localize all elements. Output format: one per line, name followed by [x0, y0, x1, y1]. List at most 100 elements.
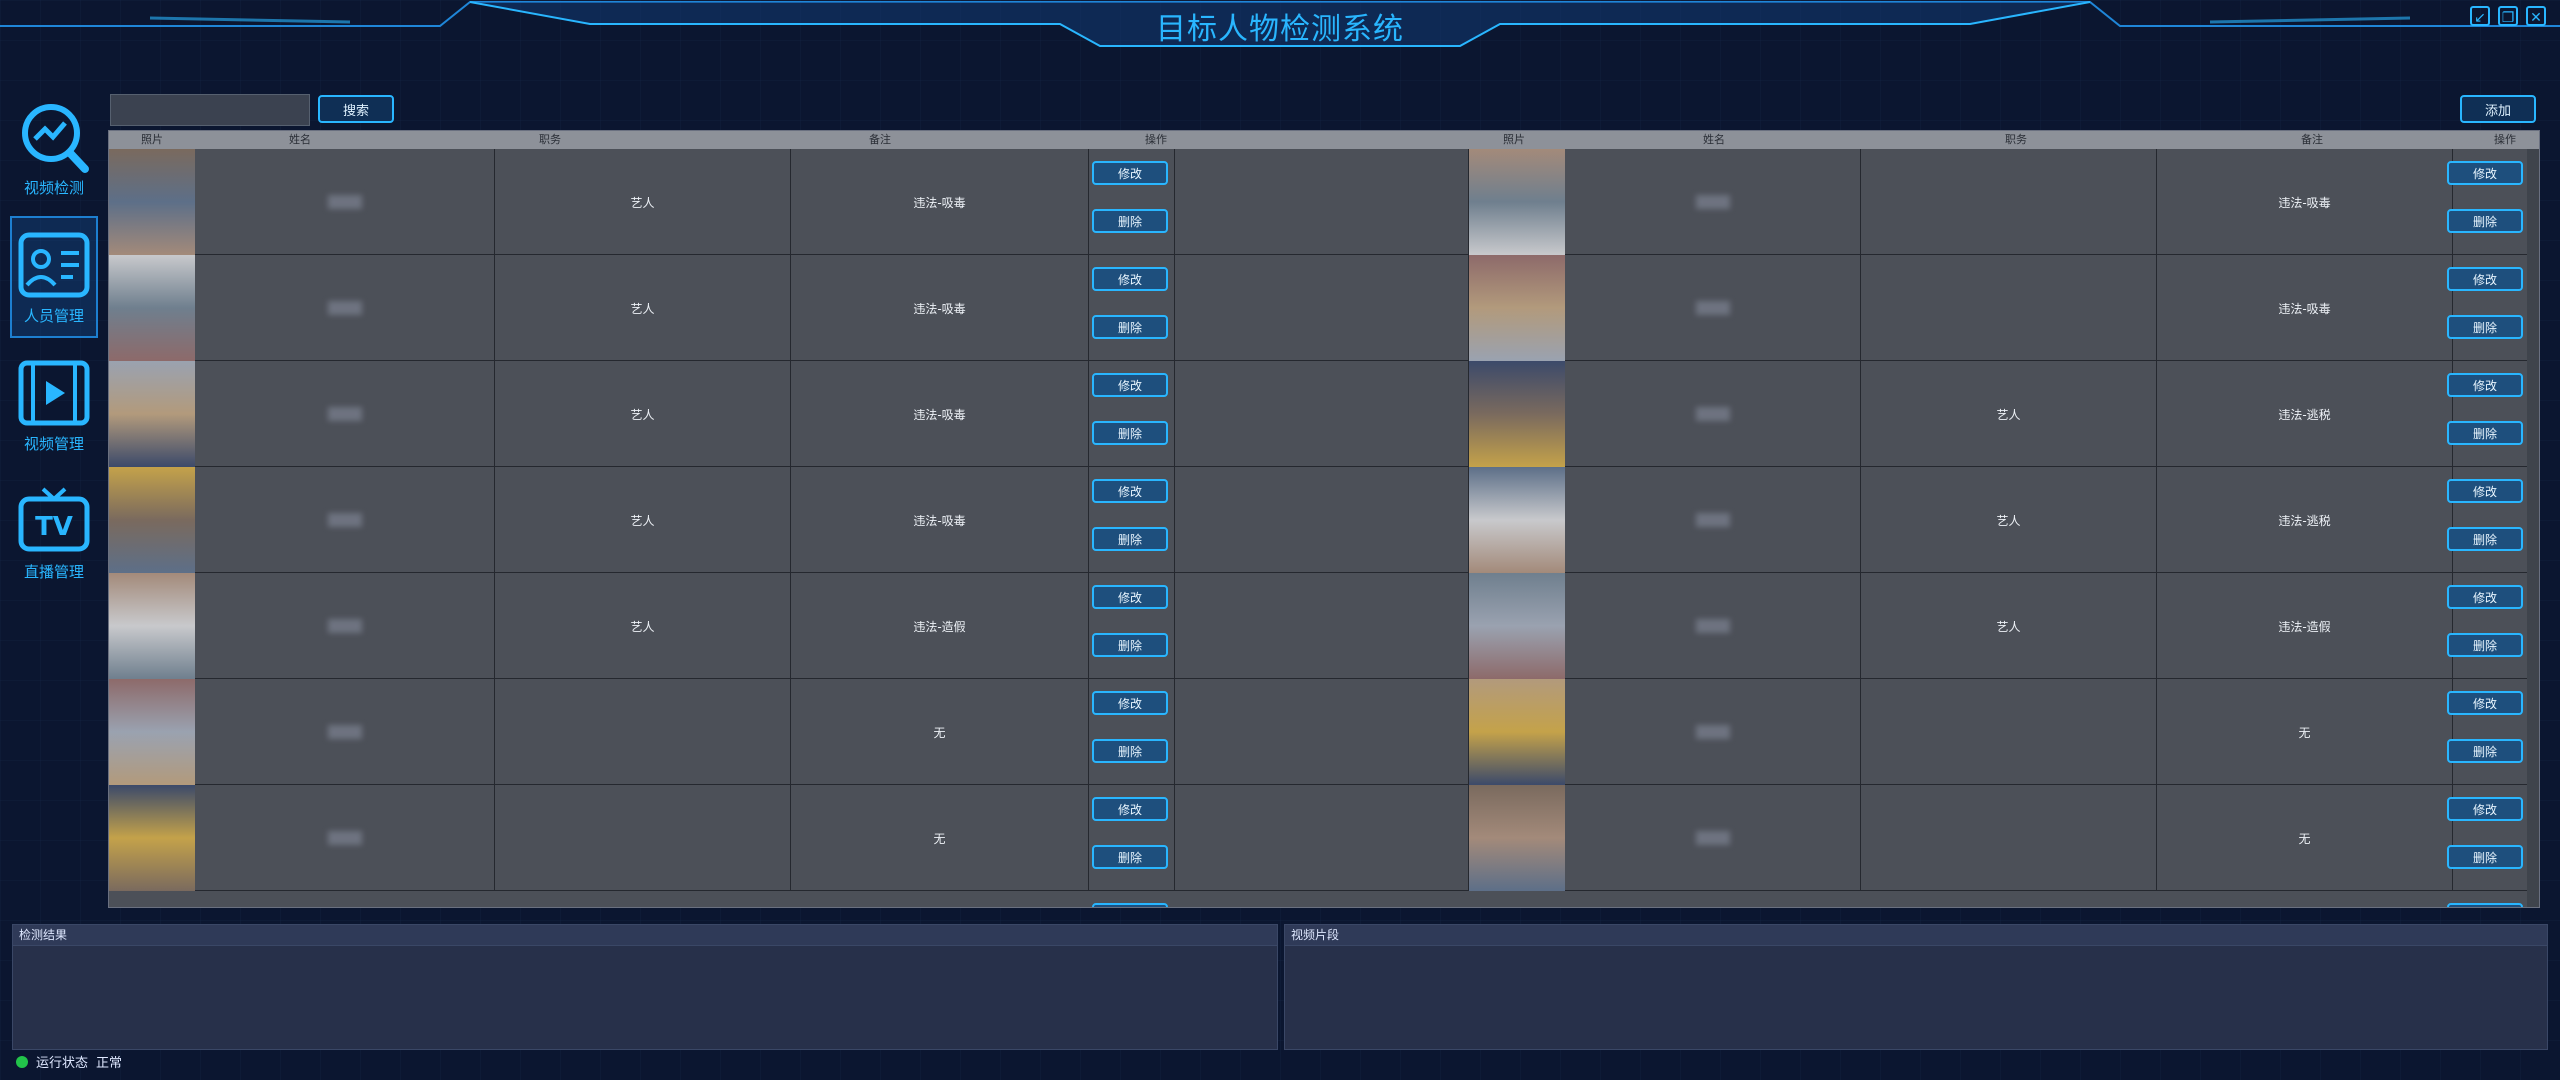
delete-button[interactable]: 删除	[1092, 845, 1168, 869]
person-photo	[1469, 467, 1565, 573]
edit-button[interactable]: 修改	[2447, 903, 2523, 907]
app-title: 目标人物检测系统	[1156, 12, 1404, 47]
search-input[interactable]	[110, 94, 310, 126]
delete-button[interactable]: 删除	[2447, 315, 2523, 339]
chart-search-icon	[22, 103, 89, 173]
minimize-icon[interactable]: ↙	[2470, 6, 2490, 26]
column-header-name: 姓名	[289, 133, 311, 146]
edit-button[interactable]: 修改	[2447, 797, 2523, 821]
name-cell	[195, 255, 495, 361]
person-photo	[1469, 255, 1565, 361]
edit-button[interactable]: 修改	[1092, 479, 1168, 503]
sidebar: 视频检测 人员管理 视频管理 TV 直播管理	[10, 88, 102, 600]
edit-button[interactable]: 修改	[1092, 267, 1168, 291]
note-cell: 违法-吸毒	[791, 255, 1089, 361]
delete-button[interactable]: 删除	[2447, 527, 2523, 551]
name-redacted	[327, 513, 362, 527]
name-cell	[195, 679, 495, 785]
spacer-cell	[1175, 573, 1469, 679]
note-cell: 违法-造假	[791, 573, 1089, 679]
edit-button[interactable]: 修改	[2447, 691, 2523, 715]
edit-button[interactable]: 修改	[1092, 797, 1168, 821]
name-cell	[1565, 785, 1861, 891]
status-bar: 运行状态 正常	[16, 1052, 122, 1071]
sidebar-item-video-manage[interactable]: 视频管理	[10, 344, 98, 466]
edit-button[interactable]: 修改	[2447, 585, 2523, 609]
name-redacted	[1695, 195, 1730, 209]
name-redacted	[1695, 513, 1730, 527]
edit-button[interactable]: 修改	[2447, 479, 2523, 503]
note-cell: 违法-吸毒	[2157, 255, 2453, 361]
edit-button[interactable]: 修改	[1092, 161, 1168, 185]
name-cell	[1565, 467, 1861, 573]
person-photo	[1469, 361, 1565, 467]
column-header-action: 操作	[2494, 133, 2516, 146]
title-cell	[495, 679, 791, 785]
column-header-photo: 照片	[141, 133, 163, 146]
column-header-note: 备注	[2301, 133, 2323, 146]
title-cell: 艺人	[495, 361, 791, 467]
add-button[interactable]: 添加	[2460, 95, 2536, 123]
delete-button[interactable]: 删除	[1092, 209, 1168, 233]
search-button[interactable]: 搜索	[318, 95, 394, 123]
sidebar-item-label: 视频检测	[23, 178, 84, 197]
delete-button[interactable]: 删除	[1092, 315, 1168, 339]
edit-button[interactable]: 修改	[1092, 585, 1168, 609]
svg-text:TV: TV	[35, 512, 73, 542]
title-cell: 艺人	[495, 573, 791, 679]
table-row: 艺人 违法-吸毒 修改 删除 违法-吸毒 修改 删除	[109, 149, 2529, 255]
note-cell: 违法-逃税	[2157, 467, 2453, 573]
name-redacted	[1695, 725, 1730, 739]
spacer-cell	[1175, 149, 1469, 255]
title-cell: 艺人	[495, 467, 791, 573]
title-cell	[1861, 149, 2157, 255]
delete-button[interactable]: 删除	[2447, 421, 2523, 445]
delete-button[interactable]: 删除	[1092, 633, 1168, 657]
person-photo	[109, 785, 195, 891]
note-cell: 无	[2157, 679, 2453, 785]
note-text: 违法-逃税	[2278, 407, 2331, 422]
sidebar-item-video-detect[interactable]: 视频检测	[10, 88, 98, 210]
title-cell: 艺人	[495, 149, 791, 255]
delete-button[interactable]: 删除	[2447, 633, 2523, 657]
close-icon[interactable]: ✕	[2526, 6, 2546, 26]
name-redacted	[327, 831, 362, 845]
name-redacted	[1695, 407, 1730, 421]
title-cell: 艺人	[1861, 573, 2157, 679]
table-row: 艺人 违法-吸毒 修改 删除 艺人 违法-逃税 修改 删除	[109, 361, 2529, 467]
edit-button[interactable]: 修改	[2447, 373, 2523, 397]
edit-button[interactable]: 修改	[1092, 691, 1168, 715]
person-photo	[109, 573, 195, 679]
table-row: 艺人 违法-造假 修改 删除 艺人 违法-造假 修改 删除	[109, 573, 2529, 679]
table-header: 照片 姓名 职务 备注 操作 照片 姓名 职务 备注 操作	[109, 131, 2539, 149]
delete-button[interactable]: 删除	[1092, 739, 1168, 763]
edit-button[interactable]: 修改	[2447, 267, 2523, 291]
name-cell	[195, 361, 495, 467]
note-text: 违法-造假	[2278, 619, 2331, 634]
sidebar-item-person-manage[interactable]: 人员管理	[10, 216, 98, 338]
vertical-scrollbar[interactable]	[2527, 149, 2539, 907]
delete-button[interactable]: 删除	[2447, 845, 2523, 869]
person-photo	[109, 255, 195, 361]
title-cell	[1861, 679, 2157, 785]
sidebar-item-live-manage[interactable]: TV 直播管理	[10, 472, 98, 594]
edit-button[interactable]: 修改	[1092, 373, 1168, 397]
note-text: 无	[2298, 725, 2311, 740]
person-table: 照片 姓名 职务 备注 操作 照片 姓名 职务 备注 操作 艺人 违法-吸毒 修改删…	[108, 130, 2540, 908]
edit-button[interactable]: 修改	[2447, 161, 2523, 185]
title-cell	[495, 785, 791, 891]
delete-button[interactable]: 删除	[1092, 421, 1168, 445]
sidebar-item-label: 人员管理	[23, 306, 84, 325]
note-cell: 无	[791, 679, 1089, 785]
maximize-icon[interactable]: ❐	[2498, 6, 2518, 26]
delete-button[interactable]: 删除	[1092, 527, 1168, 551]
tv-icon: TV	[18, 487, 90, 551]
delete-button[interactable]: 删除	[2447, 209, 2523, 233]
name-cell	[1565, 573, 1861, 679]
edit-button[interactable]: 修改	[1092, 903, 1168, 907]
title-cell: 艺人	[495, 255, 791, 361]
name-redacted	[327, 301, 362, 315]
title-text: 艺人	[630, 195, 655, 210]
name-cell	[195, 785, 495, 891]
delete-button[interactable]: 删除	[2447, 739, 2523, 763]
